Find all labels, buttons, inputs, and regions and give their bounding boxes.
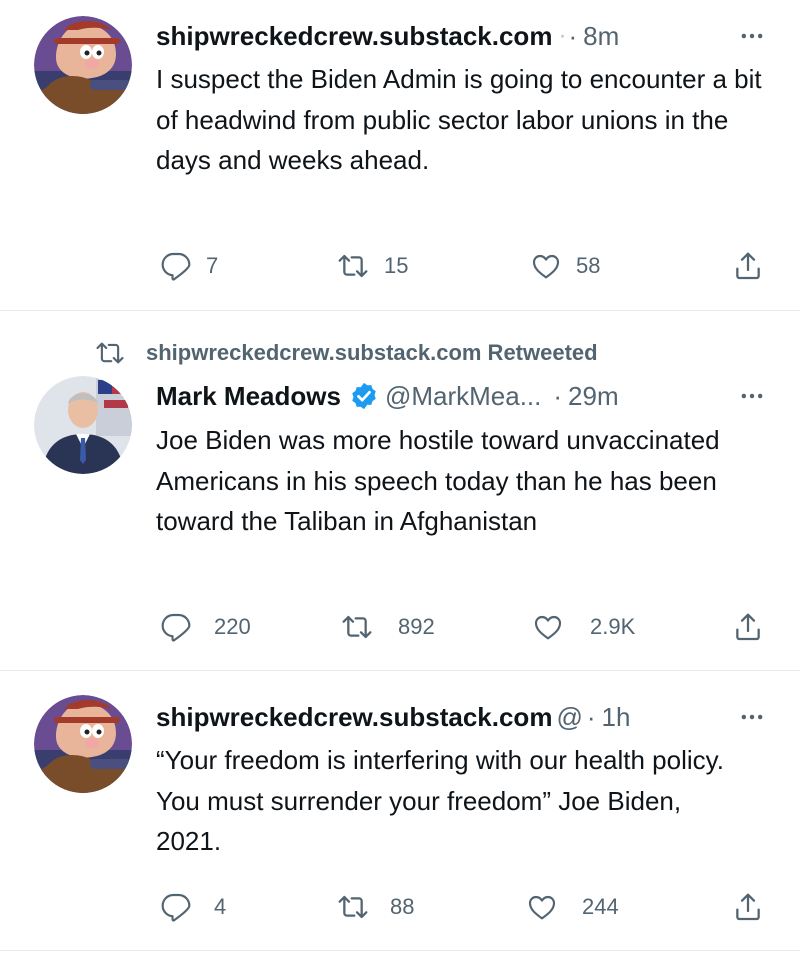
more-options-button[interactable] <box>738 703 766 731</box>
retweet-icon <box>336 250 370 282</box>
share-icon <box>732 250 764 282</box>
like-button[interactable]: 58 <box>530 250 600 282</box>
more-options-button[interactable] <box>738 22 766 50</box>
retweet-count: 892 <box>398 614 435 639</box>
retweet-context[interactable]: shipwreckedcrew.substack.com Retweeted <box>94 336 598 370</box>
retweet-count: 88 <box>390 894 415 919</box>
handle-truncation: · <box>558 22 567 49</box>
share-icon <box>732 611 764 643</box>
profile-photo-icon <box>34 376 132 474</box>
retweet-icon <box>336 891 370 923</box>
retweet-icon <box>94 338 126 368</box>
reply-count: 4 <box>214 894 227 919</box>
reply-icon <box>160 611 192 643</box>
cartoon-avatar-icon <box>34 16 132 114</box>
verified-badge-icon <box>349 381 379 411</box>
divider <box>0 310 800 311</box>
like-icon <box>532 611 564 643</box>
author-name[interactable]: Mark Meadows <box>156 381 341 412</box>
timestamp[interactable]: 29m <box>568 381 619 412</box>
timestamp[interactable]: 1h <box>602 702 631 733</box>
separator-dot: · <box>586 701 596 732</box>
author-name[interactable]: shipwreckedcrew.substack.com <box>156 702 552 733</box>
separator-dot: · <box>553 380 563 411</box>
author-handle[interactable]: @ <box>556 702 582 733</box>
like-icon <box>526 891 558 923</box>
more-options-button[interactable] <box>738 382 766 410</box>
tweet-text: “Your freedom is interfering with our he… <box>156 745 724 857</box>
share-button[interactable] <box>732 611 764 643</box>
tweet-header: shipwreckedcrew.substack.com · · 8m <box>156 18 782 54</box>
timestamp[interactable]: 8m <box>583 21 619 52</box>
share-icon <box>732 891 764 923</box>
cartoon-avatar-icon <box>34 695 132 793</box>
reply-count: 7 <box>206 253 219 278</box>
retweet-button[interactable]: 15 <box>336 250 408 282</box>
retweet-count: 15 <box>384 253 409 278</box>
tweet-3[interactable]: shipwreckedcrew.substack.com @ · 1h “You… <box>0 671 800 951</box>
retweet-icon <box>340 611 374 643</box>
more-icon <box>738 382 766 410</box>
divider <box>0 950 800 951</box>
separator-dot: · <box>568 20 578 51</box>
reply-button[interactable]: 7 <box>160 250 218 282</box>
reply-button[interactable]: 4 <box>160 891 226 923</box>
reply-button[interactable]: 220 <box>160 611 251 643</box>
like-button[interactable]: 2.9K <box>532 611 635 643</box>
tweet-2[interactable]: Mark Meadows @MarkMea... · 29m Joe Biden… <box>0 370 800 670</box>
reply-icon <box>160 891 192 923</box>
share-button[interactable] <box>732 891 764 923</box>
retweeted-by-label: shipwreckedcrew.substack.com Retweeted <box>146 340 598 365</box>
like-count: 244 <box>582 894 619 919</box>
avatar[interactable] <box>34 695 132 793</box>
tweet-1[interactable]: shipwreckedcrew.substack.com · · 8m I su… <box>0 0 800 310</box>
reply-count: 220 <box>214 614 251 639</box>
like-icon <box>530 250 562 282</box>
more-icon <box>738 22 766 50</box>
retweet-button[interactable]: 88 <box>336 891 414 923</box>
share-button[interactable] <box>732 250 764 282</box>
tweet-text: I suspect the Biden Admin is going to en… <box>156 64 762 176</box>
more-icon <box>738 703 766 731</box>
reply-icon <box>160 250 192 282</box>
author-name[interactable]: shipwreckedcrew.substack.com <box>156 21 552 52</box>
retweet-button[interactable]: 892 <box>340 611 435 643</box>
author-handle[interactable]: @MarkMea... <box>385 381 541 412</box>
avatar[interactable] <box>34 376 132 474</box>
avatar[interactable] <box>34 16 132 114</box>
tweet-header: Mark Meadows @MarkMea... · 29m <box>156 378 782 414</box>
tweet-header: shipwreckedcrew.substack.com @ · 1h <box>156 699 782 735</box>
like-count: 58 <box>576 253 601 278</box>
like-button[interactable]: 244 <box>526 891 619 923</box>
tweet-text: Joe Biden was more hostile toward unvacc… <box>156 425 720 537</box>
like-count: 2.9K <box>590 614 636 639</box>
